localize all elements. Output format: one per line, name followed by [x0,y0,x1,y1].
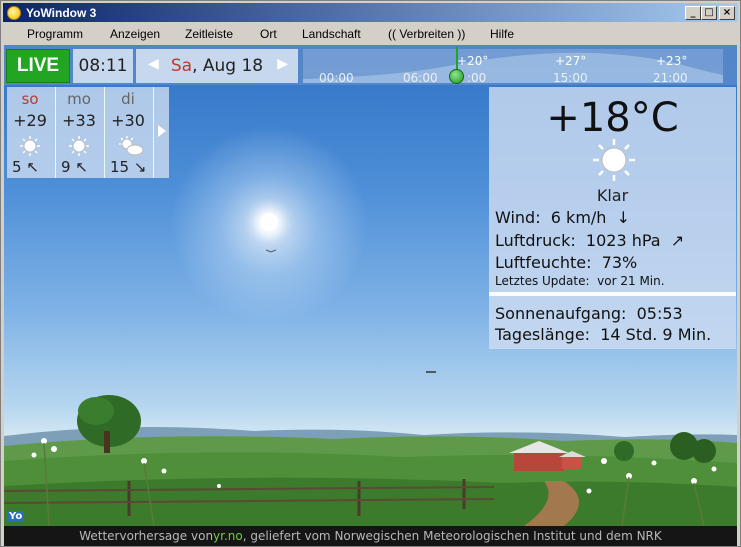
sun-icon [20,136,40,156]
date-selector: ◀ Sa, Aug 18 ▶ [136,49,298,83]
wind-value: 6 km/h [550,208,607,227]
update-value: vor 21 Min. [597,274,665,288]
time-tick: 15:00 [553,71,588,85]
window-controls: _ □ × [685,6,735,20]
landscape-illustration [4,395,737,526]
bird-icon [426,371,436,373]
daylength-value: 14 Std. 9 Min. [600,325,712,344]
app-window: YoWindow 3 _ □ × Programm Anzeigen Zeitl… [0,0,741,547]
wind-row: Wind: 6 km/h ↓ [495,208,630,227]
forecast-wind: 15 ↘ [110,158,147,176]
minimize-button[interactable]: _ [685,6,701,20]
live-button[interactable]: LIVE [6,49,70,83]
forecast-wind: 5 ↖ [12,158,39,176]
footer-prefix: Wettervorhersage von [79,529,214,543]
maximize-button[interactable]: □ [701,6,717,20]
sunrise-value: 05:53 [636,304,683,323]
app-icon [7,5,21,20]
forecast-day-name: di [121,90,135,108]
forecast-day[interactable]: so +29 5 ↖ [7,87,53,178]
timeline-temp: +20° [457,54,489,68]
forecast-day[interactable]: mo +33 9 ↖ [56,87,102,178]
menu-landschaft[interactable]: Landschaft [302,27,361,41]
menu-bar: Programm Anzeigen Zeitleiste Ort Landsch… [3,24,738,44]
forecast-day-name: so [21,90,39,108]
sun-icon [69,136,89,156]
pressure-trend-icon: ↗ [670,231,685,250]
weekday-label: Sa [170,56,193,76]
current-weather-panel: +18°C Klar Wind: 6 km/h ↓ Luftdruck: 102… [489,87,736,349]
sunrise-label: Sonnenaufgang: [495,304,627,323]
current-temperature: +18°C [546,95,679,141]
forecast-next-button[interactable] [155,87,169,178]
pressure-row: Luftdruck: 1023 hPa ↗ [495,231,684,250]
prev-day-button[interactable]: ◀ [148,56,159,72]
footer-credit: Wettervorhersage von yr.no , geliefert v… [4,526,737,546]
humidity-row: Luftfeuchte: 73% [495,253,637,272]
menu-zeitleiste[interactable]: Zeitleiste [185,27,233,41]
footer-suffix: , geliefert vom Norwegischen Meteorologi… [242,529,662,543]
forecast-day-name: mo [67,90,91,108]
sun [260,213,278,231]
current-time: 08:11 [73,49,133,83]
weather-condition: Klar [596,186,629,205]
pressure-value: 1023 hPa [585,231,661,250]
time-tick: 06:00 [403,71,438,85]
window-title: YoWindow 3 [26,5,97,20]
time-slider-handle[interactable] [449,69,464,84]
timeline-temp: +27° [555,54,587,68]
sun-icon [593,139,635,181]
menu-verbreiten[interactable]: (( Verbreiten )) [388,27,465,41]
divider [153,87,154,178]
update-label: Letztes Update: [495,274,590,288]
time-tick: :00 [467,71,487,85]
menu-programm[interactable]: Programm [27,27,83,41]
time-tick: 21:00 [653,71,688,85]
humidity-label: Luftfeuchte: [495,253,592,272]
wind-direction-icon: ↓ [616,208,631,227]
forecast-temp: +29 [13,111,47,130]
yowindow-logo[interactable]: Yo [7,511,25,522]
menu-hilfe[interactable]: Hilfe [490,27,514,41]
daylength-row: Tageslänge: 14 Std. 9 Min. [495,325,711,344]
daylength-label: Tageslänge: [495,325,591,344]
wind-label: Wind: [495,208,541,227]
menu-ort[interactable]: Ort [260,27,277,41]
forecast-temp: +30 [111,111,145,130]
timeline-temp: +23° [656,54,688,68]
menu-anzeigen[interactable]: Anzeigen [110,27,160,41]
partly-cloudy-icon [119,136,144,156]
close-button[interactable]: × [719,6,735,20]
next-day-button[interactable]: ▶ [277,56,288,72]
time-tick: 00:00 [319,71,354,85]
pressure-label: Luftdruck: [495,231,576,250]
title-bar[interactable]: YoWindow 3 _ □ × [3,3,738,22]
last-update-row: Letztes Update: vor 21 Min. [495,274,665,288]
date-rest-label: , Aug 18 [192,56,264,76]
forecast-temp: +33 [62,111,96,130]
forecast-panel: so +29 5 ↖ mo +33 9 ↖ di +30 15 ↘ [7,87,169,178]
divider [489,292,736,296]
humidity-value: 73% [601,253,638,272]
date-label: Sa, Aug 18 [171,56,263,76]
forecast-wind: 9 ↖ [61,158,88,176]
bird-icon [266,249,276,253]
forecast-day[interactable]: di +30 15 ↘ [105,87,151,178]
sunrise-row: Sonnenaufgang: 05:53 [495,304,683,323]
source-link[interactable]: yr.no [213,529,243,543]
